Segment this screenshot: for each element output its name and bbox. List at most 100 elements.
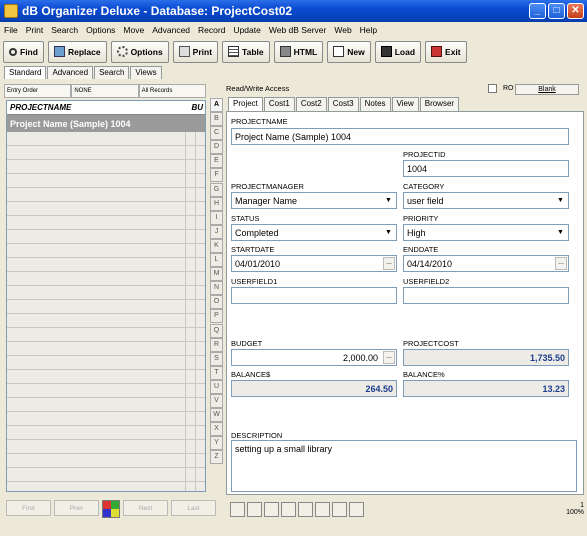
alpha-x[interactable]: X — [210, 422, 223, 437]
alpha-e[interactable]: E — [210, 154, 223, 169]
tab-project[interactable]: Project — [228, 97, 263, 111]
budget-field[interactable]: 2,000.00 ... — [231, 349, 397, 366]
priority-select[interactable]: High ▼ — [403, 224, 569, 241]
category-select[interactable]: user field ▼ — [403, 192, 569, 209]
list-header[interactable]: PROJECTNAME BU — [7, 101, 205, 115]
replace-button[interactable]: Replace — [47, 40, 107, 63]
chevron-down-icon[interactable]: ▼ — [382, 226, 395, 239]
options-button[interactable]: Options — [110, 40, 169, 63]
alpha-j[interactable]: J — [210, 224, 223, 239]
projectmanager-select[interactable]: Manager Name ▼ — [231, 192, 397, 209]
tab-view[interactable]: View — [391, 97, 419, 111]
alpha-s[interactable]: S — [210, 351, 223, 366]
first-button[interactable]: First — [6, 500, 51, 516]
alpha-y[interactable]: Y — [210, 436, 223, 451]
alpha-v[interactable]: V — [210, 393, 223, 408]
paste-icon[interactable] — [315, 502, 330, 517]
alpha-p[interactable]: P — [210, 309, 223, 324]
all-records-button[interactable]: All Records — [138, 84, 206, 98]
prev-button[interactable]: Prev — [54, 500, 99, 516]
menu-options[interactable]: Options — [86, 25, 115, 35]
tab-browser[interactable]: Browser — [419, 97, 460, 111]
alpha-n[interactable]: N — [210, 281, 223, 296]
userfield2-field[interactable] — [403, 287, 569, 304]
calculator-button[interactable]: ... — [383, 351, 395, 364]
menu-update[interactable]: Update — [233, 25, 260, 35]
menu-move[interactable]: Move — [123, 25, 144, 35]
alpha-z[interactable]: Z — [210, 450, 223, 465]
entry-order-button[interactable]: Entry Order — [4, 84, 72, 98]
close-button[interactable]: ✕ — [567, 3, 584, 19]
date-picker-button[interactable]: ... — [555, 257, 567, 270]
ro-toggle[interactable]: RO — [488, 84, 514, 93]
alpha-t[interactable]: T — [210, 365, 223, 380]
print-button[interactable]: Print — [172, 40, 219, 63]
alpha-b[interactable]: B — [210, 112, 223, 127]
alpha-k[interactable]: K — [210, 238, 223, 253]
menu-web[interactable]: Web — [334, 25, 351, 35]
html-button[interactable]: HTML — [273, 40, 324, 63]
tab-notes[interactable]: Notes — [359, 97, 391, 111]
alpha-g[interactable]: G — [210, 182, 223, 197]
blank-button[interactable]: Blank — [515, 84, 579, 95]
chevron-down-icon[interactable]: ▼ — [382, 194, 395, 207]
list-item-selected[interactable]: Project Name (Sample) 1004 — [7, 115, 205, 132]
alpha-h[interactable]: H — [210, 196, 223, 211]
chevron-down-icon[interactable]: ▼ — [554, 226, 567, 239]
find-button[interactable]: Find — [3, 40, 44, 63]
alpha-l[interactable]: L — [210, 253, 223, 268]
back-arrow-icon[interactable] — [230, 502, 245, 517]
sort-none-button[interactable]: NONE — [71, 84, 139, 98]
description-field[interactable]: setting up a small library — [231, 440, 577, 492]
alpha-w[interactable]: W — [210, 408, 223, 423]
exit-button[interactable]: Exit — [425, 40, 467, 63]
tip-icon[interactable] — [349, 502, 364, 517]
alpha-o[interactable]: O — [210, 295, 223, 310]
date-picker-button[interactable]: ... — [383, 257, 395, 270]
trash-icon[interactable] — [264, 502, 279, 517]
tab-standard[interactable]: Standard — [4, 66, 47, 79]
load-button[interactable]: Load — [374, 40, 422, 63]
edit-icon[interactable] — [332, 502, 347, 517]
menu-record[interactable]: Record — [198, 25, 225, 35]
chevron-down-icon[interactable]: ▼ — [554, 194, 567, 207]
copy-icon[interactable] — [298, 502, 313, 517]
menu-advanced[interactable]: Advanced — [152, 25, 190, 35]
userfield1-field[interactable] — [231, 287, 397, 304]
grid-icon[interactable] — [102, 500, 120, 518]
alpha-c[interactable]: C — [210, 126, 223, 141]
record-list[interactable]: PROJECTNAME BU Project Name (Sample) 100… — [6, 100, 206, 492]
alpha-q[interactable]: Q — [210, 323, 223, 338]
menu-search[interactable]: Search — [51, 25, 78, 35]
alpha-i[interactable]: I — [210, 210, 223, 225]
tab-cost3[interactable]: Cost3 — [327, 97, 359, 111]
startdate-field[interactable]: 04/01/2010 ... — [231, 255, 397, 272]
tab-views[interactable]: Views — [130, 66, 162, 79]
alpha-a[interactable]: A — [210, 98, 223, 112]
projectname-field[interactable]: Project Name (Sample) 1004 — [231, 128, 569, 145]
status-select[interactable]: Completed ▼ — [231, 224, 397, 241]
alpha-m[interactable]: M — [210, 267, 223, 282]
alpha-f[interactable]: F — [210, 168, 223, 183]
next-button[interactable]: Next — [123, 500, 168, 516]
print-icon[interactable] — [247, 502, 262, 517]
ro-checkbox[interactable] — [488, 84, 497, 93]
menu-web-db-server[interactable]: Web dB Server — [269, 25, 326, 35]
last-button[interactable]: Last — [171, 500, 216, 516]
tab-cost2[interactable]: Cost2 — [295, 97, 327, 111]
menu-print[interactable]: Print — [26, 25, 43, 35]
alpha-d[interactable]: D — [210, 140, 223, 155]
menu-help[interactable]: Help — [360, 25, 377, 35]
minimize-button[interactable]: _ — [529, 3, 546, 19]
projectid-field[interactable]: 1004 — [403, 160, 569, 177]
maximize-button[interactable]: □ — [548, 3, 565, 19]
tab-cost1[interactable]: Cost1 — [263, 97, 295, 111]
undo-icon[interactable] — [281, 502, 296, 517]
menu-file[interactable]: File — [4, 25, 18, 35]
new-button[interactable]: New — [327, 40, 371, 63]
table-button[interactable]: Table — [222, 40, 270, 63]
enddate-field[interactable]: 04/14/2010 ... — [403, 255, 569, 272]
alpha-r[interactable]: R — [210, 337, 223, 352]
tab-advanced[interactable]: Advanced — [47, 66, 94, 79]
tab-search[interactable]: Search — [94, 66, 130, 79]
